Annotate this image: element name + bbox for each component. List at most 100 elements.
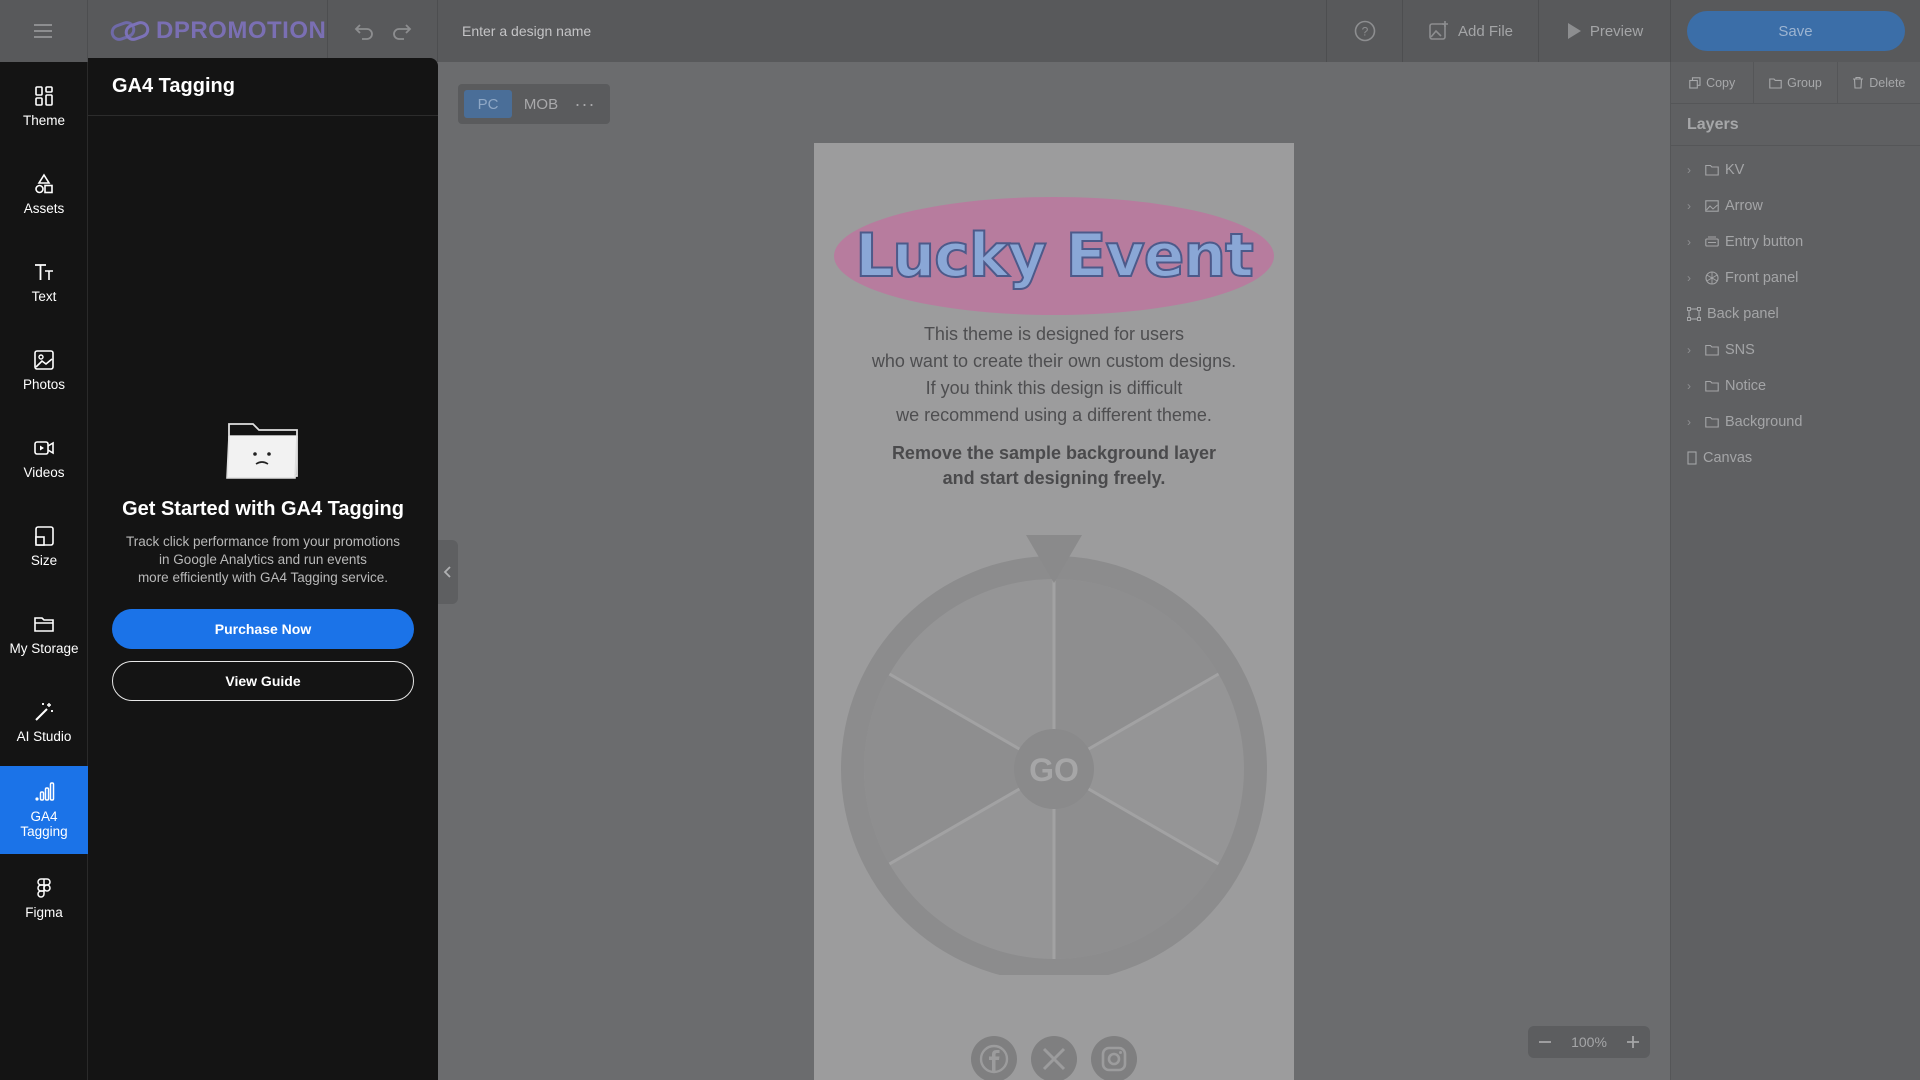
figma-icon [32,876,56,900]
kv-title: Lucky Event [854,220,1255,292]
undo-icon[interactable] [354,22,374,40]
layer-label: Entry button [1725,234,1804,250]
theme-description[interactable]: This theme is designed for users who wan… [814,321,1294,429]
size-icon [32,524,56,548]
delete-label: Delete [1869,75,1906,90]
layer-item-canvas[interactable]: Canvas [1671,440,1920,476]
preview-label: Preview [1589,22,1644,40]
notice-text[interactable]: Remove the sample background layer and s… [814,441,1294,491]
sidebar-item-text[interactable]: Text [0,238,88,326]
menu-button[interactable] [0,0,88,62]
layer-item-kv[interactable]: › KV [1671,152,1920,188]
desc-line: If you think this design is difficult [925,378,1183,398]
sidebar-item-ai-studio[interactable]: AI Studio [0,678,88,766]
chevron-right-icon[interactable]: › [1687,271,1699,285]
sidebar-item-label: AI Studio [16,728,72,744]
sidebar-item-label: Size [30,552,58,568]
folder-icon [1705,380,1719,392]
preview-button[interactable]: Preview [1538,0,1670,62]
folder-icon [1769,77,1782,89]
sidebar-item-label: Theme [22,112,66,128]
layer-label: Arrow [1725,198,1763,214]
layer-list: › KV › Arrow › Entry button › Front pane… [1671,146,1920,476]
facebook-icon [979,1044,1009,1074]
layer-item-sns[interactable]: › SNS [1671,332,1920,368]
empty-desc-line: in Google Analytics and run events [159,552,367,567]
sidebar-item-size[interactable]: Size [0,502,88,590]
sidebar-item-label: GA4 Tagging [20,809,68,839]
chevron-right-icon[interactable]: › [1687,199,1699,213]
layer-label: Front panel [1725,270,1799,286]
brand-logo[interactable]: DPROMOTION [88,0,328,62]
link-logo-icon [110,19,150,43]
chevron-left-icon [443,565,453,579]
add-file-button[interactable]: Add File [1402,0,1538,62]
sidebar-rail: Theme Assets Text Photos Videos Size My … [0,62,88,1080]
sidebar-item-figma[interactable]: Figma [0,854,88,942]
hamburger-icon [33,23,54,39]
redo-icon[interactable] [392,22,412,40]
layer-item-notice[interactable]: › Notice [1671,368,1920,404]
layer-item-entry-button[interactable]: › Entry button [1671,224,1920,260]
layer-label: KV [1725,162,1745,178]
empty-desc-line: Track click performance from your promot… [125,534,401,549]
help-button[interactable]: ? [1326,0,1402,62]
svg-text:?: ? [1361,25,1368,39]
chevron-right-icon[interactable]: › [1687,235,1699,249]
x-button[interactable] [1031,1036,1077,1080]
sidebar-item-my-storage[interactable]: My Storage [0,590,88,678]
copy-button[interactable]: Copy [1671,62,1755,103]
play-icon [1566,22,1582,40]
chevron-right-icon[interactable]: › [1687,379,1699,393]
layer-item-front-panel[interactable]: › Front panel [1671,260,1920,296]
layer-label: Canvas [1703,450,1753,466]
desc-line: we recommend using a different theme. [896,405,1212,425]
sidebar-item-videos[interactable]: Videos [0,414,88,502]
kv-banner[interactable]: Lucky Event [834,197,1274,315]
sidebar-item-label: Figma [25,904,63,920]
sidebar-item-label: Videos [23,464,65,480]
chevron-right-icon[interactable]: › [1687,343,1699,357]
device-pc-tab[interactable]: PC [464,90,512,118]
wheel-go-label[interactable]: GO [1029,752,1079,788]
purchase-now-button[interactable]: Purchase Now [112,609,414,649]
layers-title: Layers [1671,104,1920,146]
chevron-right-icon[interactable]: › [1687,163,1699,177]
chevron-right-icon[interactable]: › [1687,415,1699,429]
save-button[interactable]: Save [1686,11,1905,51]
layer-label: Notice [1725,378,1767,394]
layer-item-back-panel[interactable]: Back panel [1671,296,1920,332]
sidebar-item-theme[interactable]: Theme [0,62,88,150]
sidebar-item-assets[interactable]: Assets [0,150,88,238]
sidebar-item-label: Text [31,288,57,304]
add-file-label: Add File [1457,22,1514,40]
layer-label: Back panel [1707,306,1779,322]
sidebar-item-photos[interactable]: Photos [0,326,88,414]
layer-item-background[interactable]: › Background [1671,404,1920,440]
zoom-in-icon[interactable] [1626,1035,1640,1049]
design-name-input[interactable] [462,23,862,39]
view-guide-button[interactable]: View Guide [112,661,414,701]
save-area: Save [1670,0,1920,62]
facebook-button[interactable] [971,1036,1017,1080]
design-canvas[interactable]: Lucky Event This theme is designed for u… [814,143,1294,1080]
layer-item-arrow[interactable]: › Arrow [1671,188,1920,224]
empty-state: Get Started with GA4 Tagging Track click… [88,418,438,701]
roulette-wheel[interactable]: GO [840,535,1268,975]
notice-line: Remove the sample background layer [891,443,1217,463]
device-mob-tab[interactable]: MOB [518,90,564,118]
zoom-out-icon[interactable] [1538,1035,1552,1049]
group-button[interactable]: Group [1754,62,1838,103]
x-icon [1041,1046,1067,1072]
help-icon: ? [1354,20,1376,42]
more-options-button[interactable]: ··· [570,90,600,118]
empty-folder-icon [223,418,303,482]
collapse-panel-button[interactable] [438,540,458,604]
group-label: Group [1787,75,1822,90]
sidebar-item-ga4-tagging[interactable]: GA4 Tagging [0,766,88,854]
photo-icon [32,348,56,372]
zoom-level: 100% [1571,1034,1607,1050]
instagram-button[interactable] [1091,1036,1137,1080]
image-icon [1705,200,1719,212]
delete-button[interactable]: Delete [1838,62,1920,103]
